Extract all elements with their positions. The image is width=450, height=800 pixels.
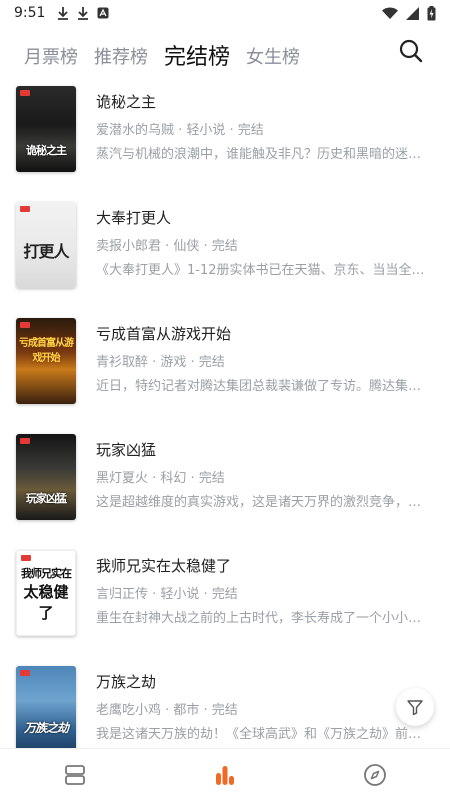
book-cover: 万族之劫: [16, 666, 76, 752]
book-cover: 亏成首富从游戏开始: [16, 318, 76, 404]
book-item[interactable]: 玩家凶猛 玩家凶猛 黑灯夏火 · 科幻 · 完结 这是超越维度的真实游戏，这是诸…: [0, 428, 450, 544]
book-cover: 玩家凶猛: [16, 434, 76, 520]
book-meta: 言归正传 · 轻小说 · 完结: [96, 587, 238, 602]
publisher-logo: [20, 90, 30, 96]
publisher-logo: [21, 555, 31, 561]
publisher-logo: [20, 206, 30, 212]
cover-title: 我师兄实在: [21, 567, 72, 580]
cover-title: 亏成首富从游戏开始: [19, 338, 74, 364]
book-cover: 打更人: [16, 202, 76, 288]
publisher-logo: [20, 670, 30, 676]
status-system-icons: [382, 5, 436, 21]
book-meta: 爱潜水的乌贼 · 轻小说 · 完结: [96, 123, 264, 138]
book-item[interactable]: 亏成首富从游戏开始 亏成首富从游戏开始 青衫取醉 · 游戏 · 完结 近日，特约…: [0, 312, 450, 428]
book-description: 重生在封神大战之前的上古时代，李长寿成了一个小小的…: [96, 611, 432, 626]
cover-title: 诡秘之主: [26, 144, 67, 157]
book-title: 我师兄实在太稳健了: [96, 557, 232, 575]
download-icon: [58, 7, 69, 20]
book-description: 蒸汽与机械的浪潮中，谁能触及非凡？历史和黑暗的迷雾…: [96, 147, 432, 162]
book-meta: 卖报小郎君 · 仙侠 · 完结: [96, 239, 238, 254]
wifi-icon: [382, 7, 398, 19]
ranking-tabs: 月票榜 推荐榜 完结榜 女生榜: [0, 28, 450, 72]
filter-button[interactable]: [396, 688, 434, 726]
battery-charging-icon: [427, 5, 436, 20]
search-button[interactable]: [398, 38, 424, 64]
publisher-logo: [20, 438, 30, 444]
status-bar: 9:51: [0, 0, 450, 26]
book-meta: 老鹰吃小鸡 · 都市 · 完结: [96, 703, 238, 718]
nav-ranking[interactable]: [150, 749, 300, 800]
book-item[interactable]: 我师兄实在 太稳健了 我师兄实在太稳健了 言归正传 · 轻小说 · 完结 重生在…: [0, 544, 450, 660]
cover-subtitle: 太稳健了: [23, 583, 69, 622]
book-cover: 诡秘之主: [16, 86, 76, 172]
signal-icon: [406, 6, 419, 20]
tab-monthly-ticket[interactable]: 月票榜: [24, 44, 78, 72]
bottom-navigation: [0, 748, 450, 800]
cover-title: 打更人: [23, 242, 69, 261]
tab-recommended[interactable]: 推荐榜: [94, 44, 148, 72]
app-notification-icon: [97, 7, 109, 19]
book-item[interactable]: 诡秘之主 诡秘之主 爱潜水的乌贼 · 轻小说 · 完结 蒸汽与机械的浪潮中，谁能…: [0, 80, 450, 196]
search-icon: [399, 39, 423, 63]
book-description: 近日，特约记者对腾达集团总裁裴谦做了专访。腾达集团…: [96, 379, 432, 394]
book-item[interactable]: 打更人 大奉打更人 卖报小郎君 · 仙侠 · 完结 《大奉打更人》1-12册实体…: [0, 196, 450, 312]
book-title: 玩家凶猛: [96, 441, 157, 459]
book-description: 这是超越维度的真实游戏，这是诸天万界的激烈竞争，波…: [96, 495, 432, 510]
cover-title: 玩家凶猛: [26, 492, 67, 505]
book-title: 诡秘之主: [96, 93, 157, 111]
book-meta: 黑灯夏火 · 科幻 · 完结: [96, 471, 225, 486]
book-description: 我是这诸天万族的劫！《全球高武》和《万族之劫》前五…: [96, 727, 432, 742]
nav-bookshelf[interactable]: [0, 749, 150, 800]
book-description: 《大奉打更人》1-12册实体书已在天猫、京东、当当全平…: [96, 263, 432, 278]
book-title: 万族之劫: [96, 673, 157, 691]
bookshelf-icon: [65, 764, 85, 785]
book-title: 亏成首富从游戏开始: [96, 325, 232, 343]
tab-completed[interactable]: 完结榜: [164, 44, 230, 72]
cover-title: 万族之劫: [23, 721, 69, 735]
publisher-logo: [20, 322, 30, 328]
book-cover: 我师兄实在 太稳健了: [16, 550, 76, 636]
nav-discover[interactable]: [300, 749, 450, 800]
book-meta: 青衫取醉 · 游戏 · 完结: [96, 355, 225, 370]
ranking-icon: [216, 765, 234, 785]
status-notification-icons: [57, 6, 109, 20]
filter-icon: [407, 700, 423, 716]
book-list: 诡秘之主 诡秘之主 爱潜水的乌贼 · 轻小说 · 完结 蒸汽与机械的浪潮中，谁能…: [0, 80, 450, 776]
book-title: 大奉打更人: [96, 209, 172, 227]
discover-icon: [364, 763, 386, 786]
download-icon: [78, 7, 89, 20]
status-time: 9:51: [14, 5, 46, 21]
tab-female[interactable]: 女生榜: [246, 44, 300, 72]
